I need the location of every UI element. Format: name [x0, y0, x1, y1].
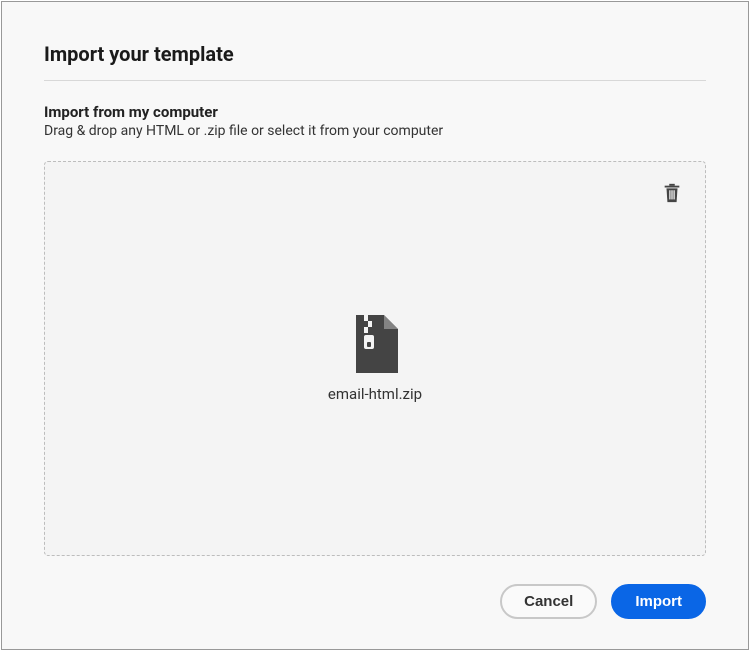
delete-file-button[interactable] — [661, 180, 687, 206]
import-button[interactable]: Import — [611, 584, 706, 619]
zip-file-icon — [350, 315, 400, 373]
file-dropzone[interactable]: email-html.zip — [44, 161, 706, 556]
file-name-label: email-html.zip — [328, 385, 422, 403]
dialog-title: Import your template — [44, 42, 706, 81]
section-subtitle: Drag & drop any HTML or .zip file or sel… — [44, 123, 706, 139]
dialog-footer: Cancel Import — [44, 584, 706, 619]
import-template-dialog: Import your template Import from my comp… — [1, 1, 749, 650]
section-title: Import from my computer — [44, 103, 706, 121]
cancel-button[interactable]: Cancel — [500, 584, 597, 619]
trash-icon — [661, 182, 687, 204]
